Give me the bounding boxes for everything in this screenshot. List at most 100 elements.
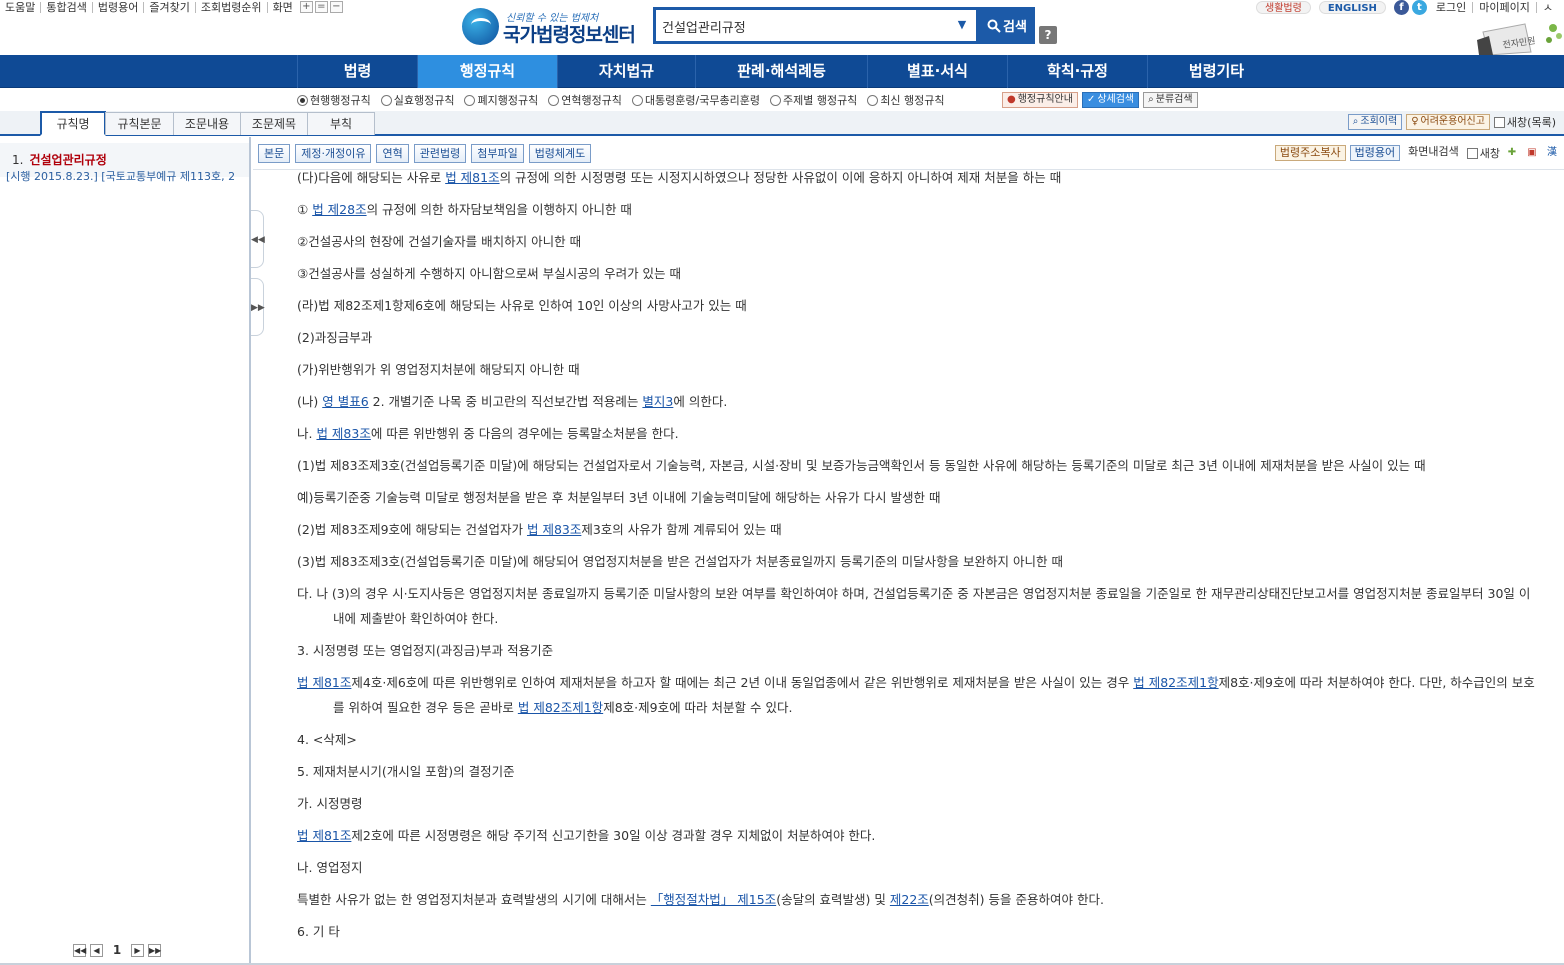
revision-reason-button[interactable]: 제정·개정이유	[295, 144, 372, 163]
favorites-link[interactable]: 즐겨찾기	[144, 1, 196, 13]
search-input[interactable]	[662, 16, 942, 36]
mypage-link[interactable]: 마이페이지	[1473, 1, 1537, 13]
legal-terms-button[interactable]: 법령용어	[1349, 145, 1401, 161]
content-paragraph: 예)등록기준중 기술능력 미달로 행정처분을 받은 후 처분일부터 3년 이내에…	[297, 485, 1537, 510]
tab-article-content[interactable]: 조문내용	[173, 112, 241, 135]
radio-history-rules[interactable]: 연혁행정규칙	[548, 92, 622, 108]
radio-topic-rules[interactable]: 주제별 행정규칙	[769, 92, 858, 108]
law-reference-link[interactable]: 법 제81조	[445, 170, 499, 185]
in-page-search-button[interactable]: 화면내검색	[1404, 145, 1463, 161]
ranking-link[interactable]: 조회법령순위	[196, 1, 268, 13]
content-text: (3)법 제83조제3호(건설업등록기준 미달)에 해당되어 영업정지처분을 받…	[297, 554, 1064, 569]
law-reference-link[interactable]: 법 제83조	[527, 522, 581, 537]
more-link[interactable]: ㅅ	[1537, 2, 1559, 13]
legal-terms-link[interactable]: 법령용어	[93, 1, 145, 13]
view-history-button[interactable]: ⌕ 조회이력	[1347, 114, 1403, 130]
current-page[interactable]: 1	[107, 943, 127, 957]
hanja-icon[interactable]: 漢	[1544, 145, 1560, 161]
chevron-down-icon[interactable]: ▼	[954, 17, 970, 33]
radio-current-rules[interactable]: 현행행정규칙	[297, 92, 371, 108]
copy-law-address-button[interactable]: 법령주소복사	[1274, 145, 1346, 161]
report-difficult-terms-button[interactable]: ♀ 어려운용어신고	[1406, 114, 1490, 130]
content-text: (나)	[297, 394, 323, 409]
search-help-button[interactable]: ?	[1039, 26, 1057, 44]
content-text: 5. 제재처분시기(개시일 포함)의 결정기준	[297, 764, 515, 779]
screen-label: 화면	[272, 0, 293, 14]
radio-expired-rules[interactable]: 실효행정규칙	[380, 92, 454, 108]
search-icon	[987, 19, 1001, 33]
tab-rule-body[interactable]: 규칙본문	[105, 112, 174, 135]
content-text: ③건설공사를 성실하게 수행하지 아니함으로써 부실시공의 우려가 있는 때	[297, 266, 682, 281]
login-link[interactable]: 로그인	[1430, 1, 1474, 13]
nav-item[interactable]: 학칙·규정	[1007, 55, 1147, 88]
law-reference-link[interactable]: 법 제83조	[316, 426, 370, 441]
law-reference-link[interactable]: 영 별표6	[322, 394, 368, 409]
next-page-icon[interactable]: ▶	[131, 943, 144, 957]
advanced-search-button[interactable]: ✓ 상세검색	[1081, 92, 1140, 108]
first-page-icon[interactable]: ◀◀	[73, 943, 86, 957]
radio-abolished-rules[interactable]: 폐지행정규칙	[464, 92, 538, 108]
e-petition-illustration[interactable]: 전자민원	[1475, 18, 1564, 56]
content-paragraph: 법 제81조제2호에 따른 시정명령은 해당 주기적 신고기한을 30일 이상 …	[297, 823, 1537, 848]
law-reference-link[interactable]: 별지3	[642, 394, 673, 409]
help-link[interactable]: 도움말	[0, 1, 42, 13]
content-paragraph: 법 제81조제4호·제6호에 따른 위반행위로 인하여 제재처분을 하고자 할 …	[297, 670, 1537, 720]
law-system-diagram-button[interactable]: 법령체계도	[528, 144, 592, 163]
radio-label: 주제별 행정규칙	[782, 94, 858, 107]
radio-latest-rules[interactable]: 최신 행정규칙	[867, 92, 945, 108]
content-toolbar: 본문 제정·개정이유 연혁 관련법령 첨부파일 법령체계도 법령주소복사 법령용…	[253, 137, 1564, 170]
rule-guide-button[interactable]: ● 행정규칙안내	[1002, 92, 1078, 108]
related-laws-button[interactable]: 관련법령	[413, 144, 467, 163]
nav-item[interactable]: 판례·해석례등	[695, 55, 867, 88]
nav-item[interactable]: 행정규칙	[417, 55, 557, 88]
radio-presidential-directives[interactable]: 대통령훈령/국무총리훈령	[631, 92, 760, 108]
new-window-checkbox[interactable]: 새창	[1466, 145, 1500, 161]
tab-supplementary[interactable]: 부칙	[307, 112, 375, 135]
chart-icon[interactable]: ▣	[1524, 145, 1540, 161]
last-page-icon[interactable]: ▶▶	[148, 943, 161, 957]
nav-item[interactable]: 법령	[297, 55, 417, 88]
category-search-button[interactable]: ⌕ 분류검색	[1143, 92, 1198, 108]
zoom-in-button[interactable]: +	[299, 1, 313, 13]
content-paragraph: ③건설공사를 성실하게 수행하지 아니함으로써 부실시공의 우려가 있는 때	[297, 261, 1537, 286]
life-law-link[interactable]: 생활법령	[1256, 0, 1311, 14]
law-reference-link[interactable]: 법 제81조	[297, 675, 351, 690]
new-window-list-checkbox[interactable]: 새창(목록)	[1493, 114, 1556, 130]
facebook-icon[interactable]: f	[1393, 0, 1409, 15]
attachments-button[interactable]: 첨부파일	[471, 144, 524, 163]
site-logo[interactable]: 신뢰할 수 있는 법제처 국가법령정보센터	[462, 7, 642, 47]
rule-title[interactable]: 1. 건설업관리규정	[12, 151, 107, 168]
rule-type-filter-bar: 현행행정규칙 실효행정규칙 폐지행정규칙 연혁행정규칙 대통령훈령/국무총리훈령…	[0, 89, 1564, 111]
new-window-label: 새창	[1479, 147, 1500, 160]
content-text: 의 규정에 의한 시정명령 또는 시정지시하였으나 정당한 사유없이 이에 응하…	[499, 170, 1062, 185]
rule-title-text: 건설업관리규정	[29, 153, 107, 167]
integrated-search-link[interactable]: 통합검색	[41, 1, 93, 13]
twitter-icon[interactable]: t	[1411, 0, 1427, 15]
list-item[interactable]: 1. 건설업관리규정 [시행 2015.8.23.] [국토교통부예규 제113호…	[0, 143, 249, 183]
search-button[interactable]: 검색	[979, 7, 1035, 44]
law-reference-link[interactable]: 법 제28조	[312, 202, 366, 217]
zoom-reset-button[interactable]: =	[314, 1, 328, 13]
law-reference-link[interactable]: 법 제82조제1항	[1133, 675, 1218, 690]
law-reference-link[interactable]: 제22조	[890, 892, 929, 907]
content-text: 나. 영업정지	[297, 860, 363, 875]
nav-item[interactable]: 별표·서식	[867, 55, 1007, 88]
nav-item[interactable]: 자치법규	[557, 55, 695, 88]
history-button[interactable]: 연혁	[376, 144, 409, 163]
bookmark-icon[interactable]: ✚	[1504, 145, 1520, 161]
english-link[interactable]: ENGLISH	[1318, 0, 1386, 14]
content-paragraph: 나. 법 제83조에 따른 위반행위 중 다음의 경우에는 등록말소처분을 한다…	[297, 421, 1537, 446]
tab-article-title[interactable]: 조문제목	[240, 112, 308, 135]
rule-enforcement-info: [시행 2015.8.23.] [국토교통부예규 제113호, 2	[6, 170, 236, 183]
law-reference-link[interactable]: 「행정절차법」 제15조	[651, 892, 776, 907]
tab-rule-name[interactable]: 규칙명	[40, 111, 106, 136]
nav-item[interactable]: 법령기타	[1147, 55, 1285, 88]
radio-icon	[380, 94, 392, 106]
magnifier-check-icon: ✓	[1086, 94, 1096, 105]
zoom-out-button[interactable]: −	[329, 1, 343, 13]
law-reference-link[interactable]: 법 제81조	[297, 828, 351, 843]
utility-links: 도움말 통합검색 법령용어 즐겨찾기 조회법령순위 화면 + = −	[0, 0, 343, 14]
law-reference-link[interactable]: 법 제82조제1항	[518, 700, 603, 715]
prev-page-icon[interactable]: ◀	[90, 943, 103, 957]
body-button[interactable]: 본문	[258, 144, 291, 163]
